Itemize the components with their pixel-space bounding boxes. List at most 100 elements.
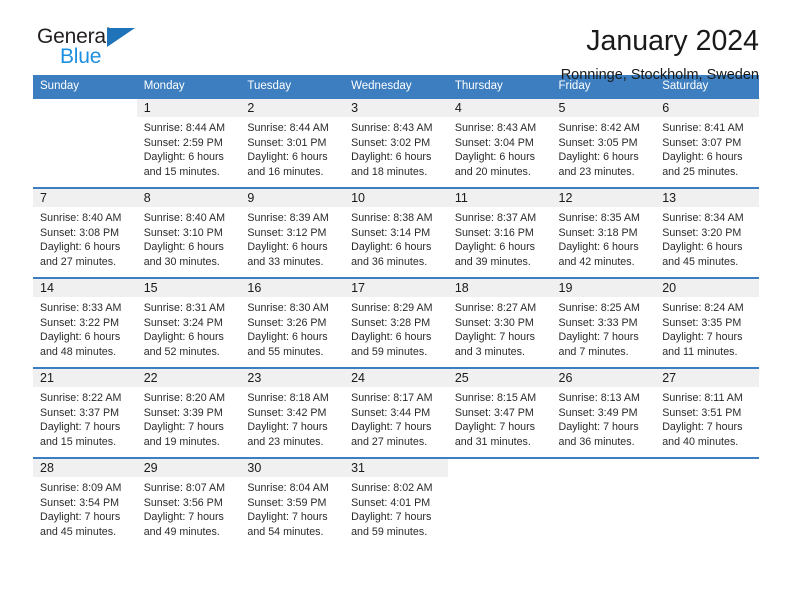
calendar-day-cell[interactable]: 6 Sunrise: 8:41 AM Sunset: 3:07 PM Daylight…	[655, 98, 759, 188]
calendar-day-cell[interactable]: 4 Sunrise: 8:43 AM Sunset: 3:04 PM Daylight…	[447, 98, 552, 188]
sunset-line: Sunset: 3:47 PM	[454, 406, 534, 419]
calendar-day-cell[interactable]: 9 Sunrise: 8:39 AM Sunset: 3:12 PM Daylight…	[240, 188, 345, 278]
daylight-line: Daylight: 7 hours	[454, 331, 536, 344]
daylight-line-2: and 59 minutes.	[351, 525, 428, 538]
daylight-line-2: and 45 minutes.	[662, 255, 739, 268]
calendar-day-cell[interactable]: 12 Sunrise: 8:35 AM Sunset: 3:18 PM Dayligh…	[551, 188, 656, 278]
daylight-line: Daylight: 6 hours	[40, 241, 121, 254]
day-detail-lines: Sunrise: 8:30 AM Sunset: 3:26 PM Daylight:…	[240, 297, 344, 359]
sunrise-line: Sunrise: 8:20 AM	[143, 392, 226, 404]
calendar-day-cell[interactable]: 24 Sunrise: 8:17 AM Sunset: 3:44 PM Dayligh…	[344, 368, 448, 458]
day-number: 27	[655, 369, 759, 387]
sunset-line: Sunset: 3:05 PM	[558, 136, 638, 149]
daylight-line-2: and 54 minutes.	[247, 525, 324, 538]
sunrise-line: Sunrise: 8:40 AM	[143, 212, 226, 224]
calendar-day-cell[interactable]: 18 Sunrise: 8:27 AM Sunset: 3:30 PM Dayligh…	[447, 278, 552, 368]
day-number: 30	[240, 459, 345, 477]
calendar-day-cell[interactable]: 10 Sunrise: 8:38 AM Sunset: 3:14 PM Dayligh…	[344, 188, 448, 278]
day-detail-lines: Sunrise: 8:04 AM Sunset: 3:59 PM Daylight:…	[240, 477, 344, 539]
sunrise-line: Sunrise: 8:30 AM	[247, 302, 329, 314]
daylight-line-2: and 23 minutes.	[558, 165, 635, 178]
day-detail-lines: Sunrise: 8:20 AM Sunset: 3:39 PM Daylight:…	[137, 387, 241, 449]
daylight-line: Daylight: 6 hours	[558, 241, 639, 254]
day-number: 10	[344, 189, 448, 207]
calendar-day-cell[interactable]: 21 Sunrise: 8:22 AM Sunset: 3:37 PM Dayligh…	[33, 368, 137, 458]
day-detail-lines: Sunrise: 8:02 AM Sunset: 4:01 PM Daylight:…	[344, 477, 448, 539]
daylight-line: Daylight: 6 hours	[454, 151, 536, 164]
daylight-line: Daylight: 6 hours	[558, 151, 639, 164]
sunrise-line: Sunrise: 8:39 AM	[247, 212, 329, 224]
day-detail-lines: Sunrise: 8:43 AM Sunset: 3:02 PM Daylight:…	[344, 117, 448, 179]
daylight-line-2: and 16 minutes.	[247, 165, 324, 178]
calendar-day-cell[interactable]: 20 Sunrise: 8:24 AM Sunset: 3:35 PM Dayligh…	[655, 278, 759, 368]
daylight-line-2: and 52 minutes.	[143, 345, 220, 358]
calendar-day-cell[interactable]: 11 Sunrise: 8:37 AM Sunset: 3:16 PM Dayligh…	[447, 188, 552, 278]
daylight-line: Daylight: 7 hours	[662, 421, 743, 434]
calendar-day-cell-empty	[447, 458, 552, 547]
logo-text-general: General	[37, 25, 111, 48]
daylight-line: Daylight: 6 hours	[247, 241, 328, 254]
sunset-line: Sunset: 3:04 PM	[454, 136, 534, 149]
day-detail-lines: Sunrise: 8:40 AM Sunset: 3:10 PM Daylight:…	[137, 207, 241, 269]
calendar-day-cell[interactable]: 8 Sunrise: 8:40 AM Sunset: 3:10 PM Daylight…	[136, 188, 241, 278]
calendar-day-cell[interactable]: 7 Sunrise: 8:40 AM Sunset: 3:08 PM Daylight…	[33, 188, 137, 278]
daylight-line: Daylight: 7 hours	[351, 421, 432, 434]
day-number: 6	[655, 99, 759, 117]
daylight-line: Daylight: 6 hours	[351, 241, 432, 254]
sunset-line: Sunset: 3:10 PM	[143, 226, 223, 239]
calendar-day-cell[interactable]: 1 Sunrise: 8:44 AM Sunset: 2:59 PM Daylight…	[136, 98, 241, 188]
day-number: 14	[33, 279, 137, 297]
daylight-line: Daylight: 7 hours	[143, 421, 224, 434]
sunset-line: Sunset: 3:22 PM	[40, 316, 120, 329]
day-number: 23	[240, 369, 345, 387]
calendar-day-cell[interactable]: 25 Sunrise: 8:15 AM Sunset: 3:47 PM Dayligh…	[447, 368, 552, 458]
calendar-day-cell[interactable]: 22 Sunrise: 8:20 AM Sunset: 3:39 PM Dayligh…	[136, 368, 241, 458]
daylight-line: Daylight: 6 hours	[351, 331, 432, 344]
sunrise-line: Sunrise: 8:31 AM	[143, 302, 226, 314]
sunrise-line: Sunrise: 8:35 AM	[558, 212, 640, 224]
generalblue-logo: General Blue	[33, 26, 153, 72]
calendar-day-cell[interactable]: 13 Sunrise: 8:34 AM Sunset: 3:20 PM Dayligh…	[655, 188, 759, 278]
calendar-day-cell[interactable]: 31 Sunrise: 8:02 AM Sunset: 4:01 PM Dayligh…	[344, 458, 448, 547]
calendar-day-cell[interactable]: 27 Sunrise: 8:11 AM Sunset: 3:51 PM Dayligh…	[655, 368, 759, 458]
day-detail-lines: Sunrise: 8:22 AM Sunset: 3:37 PM Daylight:…	[33, 387, 137, 449]
daylight-line: Daylight: 6 hours	[143, 331, 224, 344]
sunrise-line: Sunrise: 8:34 AM	[662, 212, 744, 224]
calendar-day-cell[interactable]: 14 Sunrise: 8:33 AM Sunset: 3:22 PM Dayligh…	[33, 278, 137, 368]
day-number: 18	[447, 279, 552, 297]
daylight-line-2: and 36 minutes.	[351, 255, 428, 268]
sunset-line: Sunset: 4:01 PM	[351, 496, 431, 509]
page-header: General Blue January 2024 Ronninge, Stoc…	[33, 0, 759, 83]
sunset-line: Sunset: 3:01 PM	[247, 136, 327, 149]
sunset-line: Sunset: 3:37 PM	[40, 406, 120, 419]
daylight-line: Daylight: 6 hours	[247, 151, 328, 164]
day-number	[551, 459, 656, 477]
calendar-day-cell[interactable]: 5 Sunrise: 8:42 AM Sunset: 3:05 PM Daylight…	[551, 98, 656, 188]
calendar-day-cell[interactable]: 30 Sunrise: 8:04 AM Sunset: 3:59 PM Dayligh…	[240, 458, 345, 547]
day-number: 17	[344, 279, 448, 297]
calendar-day-cell[interactable]: 2 Sunrise: 8:44 AM Sunset: 3:01 PM Daylight…	[240, 98, 345, 188]
sunrise-line: Sunrise: 8:25 AM	[558, 302, 640, 314]
daylight-line: Daylight: 7 hours	[351, 511, 432, 524]
calendar-day-cell[interactable]: 16 Sunrise: 8:30 AM Sunset: 3:26 PM Dayligh…	[240, 278, 345, 368]
calendar-day-cell[interactable]: 29 Sunrise: 8:07 AM Sunset: 3:56 PM Dayligh…	[136, 458, 241, 547]
calendar-day-cell[interactable]: 17 Sunrise: 8:29 AM Sunset: 3:28 PM Dayligh…	[344, 278, 448, 368]
daylight-line: Daylight: 7 hours	[662, 331, 743, 344]
calendar-day-cell[interactable]: 19 Sunrise: 8:25 AM Sunset: 3:33 PM Dayligh…	[551, 278, 656, 368]
calendar-day-cell[interactable]: 28 Sunrise: 8:09 AM Sunset: 3:54 PM Dayligh…	[33, 458, 137, 547]
day-detail-lines: Sunrise: 8:24 AM Sunset: 3:35 PM Daylight:…	[655, 297, 759, 359]
calendar-day-cell[interactable]: 15 Sunrise: 8:31 AM Sunset: 3:24 PM Dayligh…	[136, 278, 241, 368]
calendar-day-cell[interactable]: 23 Sunrise: 8:18 AM Sunset: 3:42 PM Dayligh…	[240, 368, 345, 458]
day-number: 7	[33, 189, 137, 207]
weekday-header-sunday: Sunday	[33, 75, 137, 98]
calendar-day-cell[interactable]: 3 Sunrise: 8:43 AM Sunset: 3:02 PM Daylight…	[344, 98, 448, 188]
day-detail-lines: Sunrise: 8:29 AM Sunset: 3:28 PM Daylight:…	[344, 297, 448, 359]
sunset-line: Sunset: 3:28 PM	[351, 316, 431, 329]
day-detail-lines	[33, 117, 137, 121]
calendar-day-cell[interactable]: 26 Sunrise: 8:13 AM Sunset: 3:49 PM Dayligh…	[551, 368, 656, 458]
day-number: 5	[551, 99, 656, 117]
sunrise-line: Sunrise: 8:44 AM	[247, 122, 329, 134]
day-number: 22	[136, 369, 241, 387]
sunrise-line: Sunrise: 8:07 AM	[143, 482, 226, 494]
sunset-line: Sunset: 3:18 PM	[558, 226, 638, 239]
